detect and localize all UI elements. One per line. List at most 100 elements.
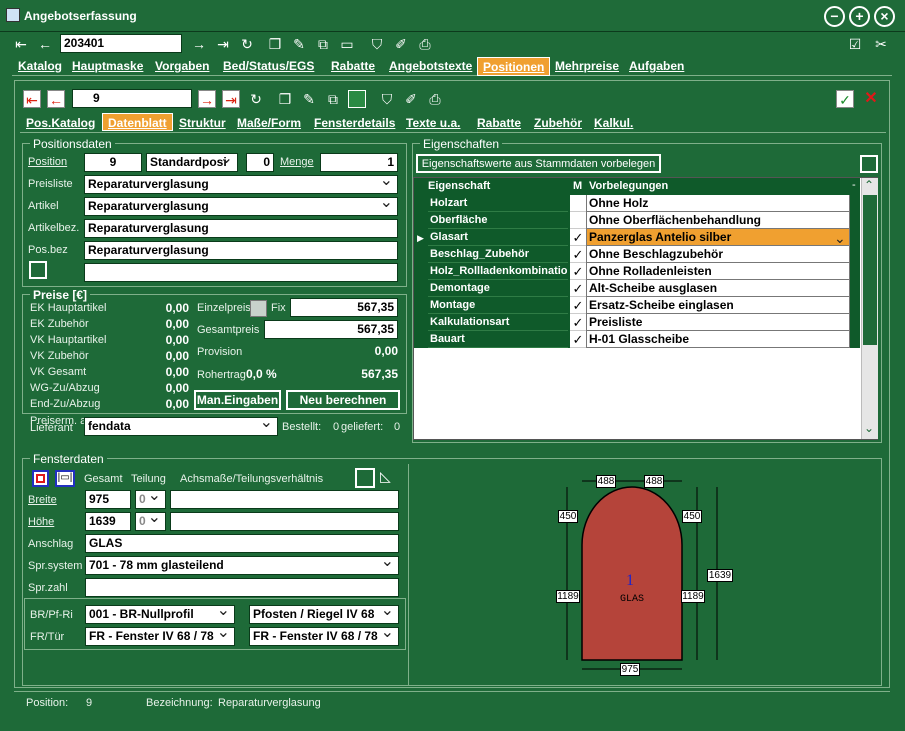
preisliste-select[interactable]: Reparaturverglasung	[84, 175, 398, 194]
property-row[interactable]: Holzart Ohne Holz	[414, 195, 860, 212]
property-row[interactable]: Beschlag_Zubehör ✓ Ohne Beschlagzubehör	[414, 246, 860, 263]
eigenschaften-checkbox[interactable]	[860, 155, 878, 173]
property-mandatory-check[interactable]	[570, 212, 586, 229]
pos-refresh-icon[interactable]: ↻	[247, 90, 265, 108]
subtab-texte[interactable]: Texte u.a.	[401, 114, 465, 132]
tab-aufgaben[interactable]: Aufgaben	[624, 57, 689, 76]
zero-field[interactable]: 0	[246, 153, 274, 172]
menge-field[interactable]: 1	[320, 153, 398, 172]
subtab-rabatte[interactable]: Rabatte	[472, 114, 526, 132]
property-mandatory-check[interactable]: ✓	[570, 246, 586, 263]
property-row[interactable]: Oberfläche Ohne Oberflächenbehandlung	[414, 212, 860, 229]
tab-bed-status[interactable]: Bed/Status/EGS	[218, 57, 319, 76]
property-row[interactable]: Kalkulationsart ✓ Preisliste	[414, 314, 860, 331]
anschlag-field[interactable]: GLAS	[85, 534, 399, 553]
hoehe-achs-field[interactable]	[170, 512, 399, 531]
tasks-icon[interactable]: ☑	[846, 35, 864, 53]
sprsystem-select[interactable]: 701 - 78 mm glasteilend	[85, 556, 399, 575]
maximize-icon[interactable]: +	[849, 6, 870, 27]
cancel-icon[interactable]: ✕	[862, 90, 880, 108]
vorbelegen-button[interactable]: Eigenschaftswerte aus Stammdaten vorbele…	[416, 154, 661, 173]
tab-rabatte[interactable]: Rabatte	[326, 57, 380, 76]
neu-berechnen-button[interactable]: Neu berechnen	[286, 390, 400, 410]
property-value[interactable]: Ohne Rolladenleisten	[586, 263, 850, 280]
property-mandatory-check[interactable]: ✓	[570, 263, 586, 280]
scroll-down-icon[interactable]: ⌄	[864, 421, 874, 435]
tab-vorgaben[interactable]: Vorgaben	[150, 57, 214, 76]
pos-filter-icon[interactable]: ⛉	[378, 90, 396, 108]
last-record-icon[interactable]: ⇥	[214, 35, 232, 53]
posbez-field[interactable]: Reparaturverglasung	[84, 241, 398, 260]
new-doc-icon[interactable]: ✎	[290, 35, 308, 53]
brptri-select[interactable]: 001 - BR-Nullprofil	[85, 605, 235, 624]
achsmasse-checkbox[interactable]	[355, 468, 375, 488]
pos-edit-filter-icon[interactable]: ✐	[402, 90, 420, 108]
lieferant-select[interactable]: fendata	[84, 417, 278, 436]
frtuer-select[interactable]: FR - Fenster IV 68 / 78	[85, 627, 235, 646]
header-vorbelegungen[interactable]: Vorbelegungen	[589, 180, 668, 192]
header-m[interactable]: M	[573, 180, 582, 192]
refresh-icon[interactable]: ↻	[238, 35, 256, 53]
window-drawing[interactable]: 1 GLAS	[410, 465, 880, 685]
tab-katalog[interactable]: Katalog	[13, 57, 67, 76]
pos-first-icon[interactable]: ⇤	[23, 90, 41, 108]
prev-record-icon[interactable]: ←	[36, 35, 54, 53]
subtab-pos-katalog[interactable]: Pos.Katalog	[21, 114, 100, 132]
pos-duplicate-icon[interactable]: ⧉	[324, 90, 342, 108]
tab-angebotstexte[interactable]: Angebotstexte	[384, 57, 477, 76]
gesamtpreis-field[interactable]: 567,35	[264, 320, 398, 339]
pos-checkbox[interactable]	[29, 261, 47, 279]
next-record-icon[interactable]: →	[190, 35, 208, 53]
fenster-split-icon[interactable]: |▭|	[55, 470, 75, 487]
folder-icon[interactable]: ▭	[338, 35, 356, 53]
tab-positionen[interactable]: Positionen	[477, 57, 551, 76]
position-type-select[interactable]: Standardposi	[146, 153, 238, 172]
header-eigenschaft[interactable]: Eigenschaft	[428, 180, 490, 192]
pos-next-icon[interactable]: →	[198, 90, 216, 108]
pos-last-icon[interactable]: ⇥	[222, 90, 240, 108]
property-value[interactable]: Preisliste	[586, 314, 850, 331]
hoehe-teilung-select[interactable]: 0	[135, 512, 166, 531]
property-mandatory-check[interactable]: ✓	[570, 297, 586, 314]
minimize-icon[interactable]: −	[824, 6, 845, 27]
filter-icon[interactable]: ⛉	[368, 35, 386, 53]
scroll-up-icon[interactable]: ⌃	[864, 178, 874, 192]
property-mandatory-check[interactable]: ✓	[570, 280, 586, 297]
tab-mehrpreise[interactable]: Mehrpreise	[550, 57, 624, 76]
breite-teilung-select[interactable]: 0	[135, 490, 166, 509]
position-field[interactable]: 9	[84, 153, 142, 172]
pos-prev-icon[interactable]: ←	[47, 90, 65, 108]
subtab-datenblatt[interactable]: Datenblatt	[102, 113, 173, 131]
duplicate-icon[interactable]: ⧉	[314, 35, 332, 53]
einzelpreis-field[interactable]: 567,35	[290, 298, 398, 317]
property-value[interactable]: Ohne Holz	[586, 195, 850, 212]
subtab-kalkul[interactable]: Kalkul.	[589, 114, 638, 132]
print-icon[interactable]: ⎙	[416, 35, 434, 53]
pos-extra-field[interactable]	[84, 263, 398, 282]
tab-hauptmaske[interactable]: Hauptmaske	[67, 57, 148, 76]
pfosten-select[interactable]: Pfosten / Riegel IV 68	[249, 605, 399, 624]
property-value[interactable]: Ersatz-Scheibe einglasen	[586, 297, 850, 314]
edit-filter-icon[interactable]: ✐	[392, 35, 410, 53]
property-row[interactable]: Demontage ✓ Alt-Scheibe ausglasen	[414, 280, 860, 297]
property-value[interactable]: Alt-Scheibe ausglasen	[586, 280, 850, 297]
glasart-dropdown-icon[interactable]: ⌄	[834, 230, 846, 247]
tools-icon[interactable]: ✂	[872, 35, 890, 53]
property-row[interactable]: Bauart ✓ H-01 Glasscheibe	[414, 331, 860, 348]
measure-tool-icon[interactable]: ◺	[380, 468, 398, 488]
pos-print-icon[interactable]: ⎙	[426, 90, 444, 108]
subtab-zubehoer[interactable]: Zubehör	[529, 114, 587, 132]
pos-window-icon[interactable]	[348, 90, 366, 108]
frtuer-select-2[interactable]: FR - Fenster IV 68 / 78	[249, 627, 399, 646]
breite-field[interactable]: 975	[85, 490, 131, 509]
property-row[interactable]: Montage ✓ Ersatz-Scheibe einglasen	[414, 297, 860, 314]
confirm-icon[interactable]: ✓	[836, 90, 854, 108]
property-row[interactable]: Holz_Rollladenkombination ✓ Ohne Rolladenl…	[414, 263, 860, 280]
fix-checkbox[interactable]	[250, 300, 267, 317]
close-icon[interactable]: ×	[874, 6, 895, 27]
pos-copy-icon[interactable]: ❐	[276, 90, 294, 108]
property-value[interactable]: Ohne Beschlagzubehör	[586, 246, 850, 263]
pos-new-icon[interactable]: ✎	[300, 90, 318, 108]
header-minus[interactable]: -	[852, 179, 856, 191]
hoehe-field[interactable]: 1639	[85, 512, 131, 531]
